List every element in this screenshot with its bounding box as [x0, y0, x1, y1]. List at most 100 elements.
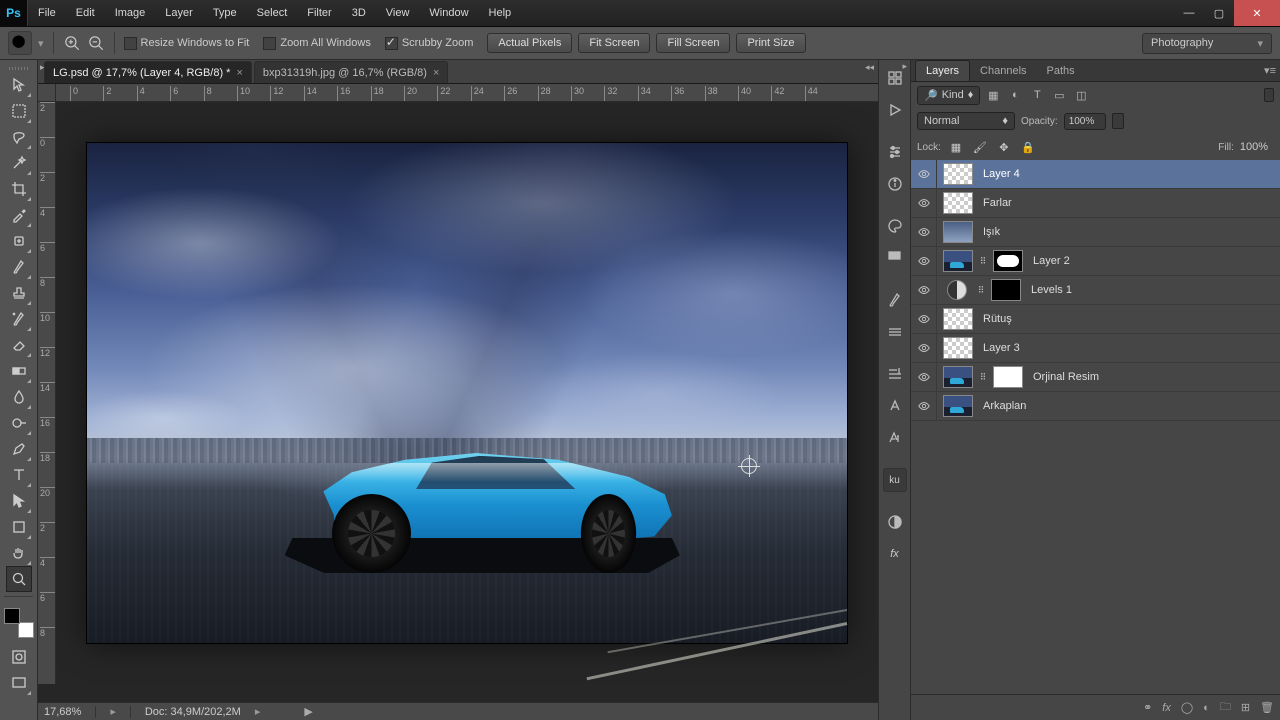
btn-fit-screen[interactable]: Fit Screen: [578, 33, 650, 53]
menu-file[interactable]: File: [28, 0, 66, 27]
lasso-tool[interactable]: [6, 124, 32, 150]
bg-color[interactable]: [18, 622, 34, 638]
btn-print-size[interactable]: Print Size: [736, 33, 805, 53]
layer-thumbnail[interactable]: [947, 280, 967, 300]
history-brush-tool[interactable]: [6, 306, 32, 332]
close-tab-icon[interactable]: ×: [433, 67, 439, 79]
brush-presets-icon[interactable]: [883, 320, 907, 344]
canvas-viewport[interactable]: [56, 102, 878, 684]
zoom-in-icon[interactable]: [63, 34, 81, 52]
layer-name[interactable]: Layer 4: [983, 168, 1020, 180]
fx-panel-icon[interactable]: fx: [883, 542, 907, 566]
resize-windows-checkbox[interactable]: Resize Windows to Fit: [124, 37, 250, 50]
lock-all-icon[interactable]: 🔒: [1019, 138, 1037, 156]
menu-window[interactable]: Window: [419, 0, 478, 27]
canvas[interactable]: [87, 143, 847, 643]
adjust-panel-icon[interactable]: [883, 140, 907, 164]
zoom-all-checkbox[interactable]: Zoom All Windows: [263, 37, 370, 50]
layer-row[interactable]: Farlar: [911, 189, 1280, 218]
current-tool-icon[interactable]: [8, 31, 32, 55]
layer-row[interactable]: ⠿ Levels 1: [911, 276, 1280, 305]
brush-panel-icon[interactable]: [883, 288, 907, 312]
brush-tool[interactable]: [6, 254, 32, 280]
link-icon[interactable]: ⠿: [975, 285, 987, 296]
stamp-tool[interactable]: [6, 280, 32, 306]
layer-row[interactable]: ⠿Layer 2: [911, 247, 1280, 276]
filter-kind-dropdown[interactable]: 🔎Kind♦: [917, 86, 980, 105]
layer-thumbnail[interactable]: [943, 192, 973, 214]
ruler-origin[interactable]: [38, 84, 56, 102]
mask-thumbnail[interactable]: [993, 366, 1023, 388]
layer-name[interactable]: Işık: [983, 226, 1000, 238]
info-panel-icon[interactable]: [883, 172, 907, 196]
layer-row[interactable]: Rütuş: [911, 305, 1280, 334]
text-tool[interactable]: [6, 462, 32, 488]
visibility-toggle[interactable]: [911, 247, 937, 275]
fg-color[interactable]: [4, 608, 20, 624]
menu-3d[interactable]: 3D: [342, 0, 376, 27]
panel-menu-icon[interactable]: ▾≡: [1264, 64, 1276, 77]
adjustment-icon[interactable]: ◐: [1203, 702, 1210, 714]
gradient-tool[interactable]: [6, 358, 32, 384]
document-tab[interactable]: LG.psd @ 17,7% (Layer 4, RGB/8) *×: [44, 61, 252, 83]
minimize-button[interactable]: —: [1174, 0, 1204, 26]
layer-row[interactable]: Layer 3: [911, 334, 1280, 363]
screenmode-toggle[interactable]: [6, 670, 32, 696]
heal-tool[interactable]: [6, 228, 32, 254]
fill-input[interactable]: 100%: [1240, 141, 1268, 153]
expand-left-icon[interactable]: ▸: [40, 62, 45, 73]
new-layer-icon[interactable]: ⊞: [1241, 701, 1250, 714]
btn-actual-pixels[interactable]: Actual Pixels: [487, 33, 572, 53]
lock-transparent-icon[interactable]: ▦: [947, 138, 965, 156]
mask-thumbnail[interactable]: [991, 279, 1021, 301]
visibility-toggle[interactable]: [911, 218, 937, 246]
visibility-toggle[interactable]: [911, 392, 937, 420]
lock-position-icon[interactable]: ✥: [995, 138, 1013, 156]
kuler-panel-icon[interactable]: ku: [883, 468, 907, 492]
navigator-panel-icon[interactable]: [883, 510, 907, 534]
maximize-button[interactable]: ▢: [1204, 0, 1234, 26]
collapse-right-icon[interactable]: ◂◂: [865, 62, 874, 73]
layer-thumbnail[interactable]: [943, 163, 973, 185]
shape-tool[interactable]: [6, 514, 32, 540]
filter-text-icon[interactable]: T: [1028, 86, 1046, 104]
fx-icon[interactable]: fx: [1162, 702, 1171, 714]
close-tab-icon[interactable]: ×: [236, 67, 242, 79]
layer-name[interactable]: Layer 3: [983, 342, 1020, 354]
layer-list[interactable]: Layer 4FarlarIşık⠿Layer 2⠿Levels 1RütuşL…: [911, 160, 1280, 694]
menu-layer[interactable]: Layer: [155, 0, 203, 27]
visibility-toggle[interactable]: [911, 305, 937, 333]
visibility-toggle[interactable]: [911, 363, 937, 391]
layer-name[interactable]: Farlar: [983, 197, 1012, 209]
filter-pixel-icon[interactable]: ▦: [984, 86, 1002, 104]
quickmask-toggle[interactable]: [6, 644, 32, 670]
layer-name[interactable]: Layer 2: [1033, 255, 1070, 267]
zoom-tool[interactable]: [6, 566, 32, 592]
link-icon[interactable]: ⠿: [977, 372, 989, 383]
tab-channels[interactable]: Channels: [970, 61, 1036, 81]
tab-layers[interactable]: Layers: [915, 60, 970, 81]
layer-thumbnail[interactable]: [943, 395, 973, 417]
swatches-panel-icon[interactable]: [883, 246, 907, 270]
dodge-tool[interactable]: [6, 410, 32, 436]
color-swatches[interactable]: [4, 608, 34, 638]
layer-name[interactable]: Rütuş: [983, 313, 1012, 325]
layer-row[interactable]: Layer 4: [911, 160, 1280, 189]
opacity-input[interactable]: 100%: [1064, 113, 1106, 130]
delete-layer-icon[interactable]: 🗑: [1260, 701, 1274, 714]
layer-name[interactable]: Levels 1: [1031, 284, 1072, 296]
actions-panel-icon[interactable]: [883, 98, 907, 122]
ruler-horizontal[interactable]: 0246810121416182022242628303234363840424…: [56, 84, 878, 102]
mask-icon[interactable]: ◯: [1181, 701, 1193, 714]
tab-paths[interactable]: Paths: [1037, 61, 1085, 81]
filter-shape-icon[interactable]: ▭: [1050, 86, 1068, 104]
scrubby-zoom-checkbox[interactable]: Scrubby Zoom: [385, 37, 474, 50]
filter-toggle[interactable]: [1264, 88, 1274, 102]
layer-row[interactable]: Işık: [911, 218, 1280, 247]
menu-help[interactable]: Help: [479, 0, 522, 27]
visibility-toggle[interactable]: [911, 276, 937, 304]
blend-mode-dropdown[interactable]: Normal♦: [917, 112, 1015, 130]
lock-pixels-icon[interactable]: 🖌: [971, 138, 989, 156]
visibility-toggle[interactable]: [911, 334, 937, 362]
filter-smart-icon[interactable]: ◫: [1072, 86, 1090, 104]
